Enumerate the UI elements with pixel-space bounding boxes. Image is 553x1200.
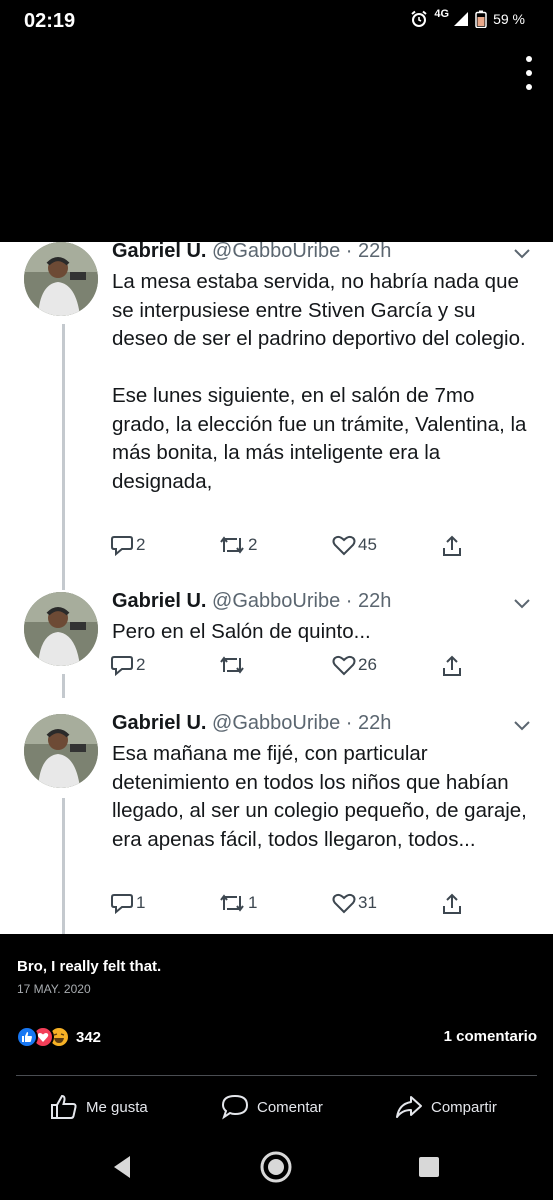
like-icon [16,1026,38,1048]
battery-level: 59 % [493,11,525,27]
chevron-down-icon[interactable] [513,598,531,610]
author-handle: @GabboUribe · 22h [212,242,392,262]
status-bar: 02:19 4G 59 % [0,0,553,40]
tweet-header: Gabriel U. @GabboUribe · 22h [112,712,391,735]
avatar [24,242,98,316]
status-time: 02:19 [24,10,76,32]
avatar [24,714,98,788]
share-icon [443,655,461,676]
author-name: Gabriel U. [112,590,207,612]
reply-button[interactable]: 2 [110,534,145,556]
navigation-bar [0,1140,553,1200]
comment-count[interactable]: 1 comentario [444,1028,537,1045]
like-count: 31 [358,893,377,912]
reply-icon [111,656,133,676]
tweet-actions: 1 1 31 [110,892,470,918]
share-button[interactable] [440,534,464,558]
heart-icon [332,655,356,676]
more-options-button[interactable] [523,56,535,90]
like-count: 45 [358,535,377,554]
home-icon[interactable] [259,1150,293,1184]
recents-icon[interactable] [418,1156,440,1178]
retweet-button[interactable]: 2 [218,534,257,556]
tweet-actions: 2 26 [110,654,470,680]
retweet-count: 2 [248,535,258,554]
signal-icon [454,12,469,26]
post-date: 17 MAY. 2020 [17,982,91,996]
share-arrow-icon [396,1096,422,1118]
retweet-count: 1 [248,893,258,912]
alarm-icon [411,10,428,27]
reply-button[interactable]: 1 [110,892,145,914]
author-handle: @GabboUribe · 22h [212,712,392,734]
comment-label: Comentar [257,1098,323,1116]
share-button[interactable] [440,892,464,916]
author-handle: @GabboUribe · 22h [212,590,392,612]
like-button[interactable]: 26 [332,654,377,676]
like-post-button[interactable]: Me gusta [50,1092,148,1122]
reaction-count: 342 [76,1028,102,1046]
tweet-text: La mesa estaba servida, no habría nada q… [112,270,527,493]
heart-icon [332,535,356,556]
reply-icon [111,536,133,556]
share-button[interactable] [440,654,464,678]
chevron-down-icon[interactable] [513,720,531,732]
status-indicators: 4G 59 % [410,8,525,28]
share-post-button[interactable]: Compartir [395,1092,497,1122]
reactions-summary[interactable]: 342 [16,1026,101,1048]
thumbs-up-icon [51,1094,77,1119]
retweet-icon [220,656,244,674]
retweet-icon [220,894,244,912]
tweet-actions: 2 2 45 [110,534,470,560]
like-button[interactable]: 31 [332,892,377,914]
more-vertical-icon [526,56,532,62]
comment-icon [221,1094,249,1120]
author-name: Gabriel U. [112,712,207,734]
network-type: 4G [434,8,450,20]
like-count: 26 [358,655,377,674]
share-icon [443,535,461,556]
thread-line [62,674,65,698]
tweet-text: Esa mañana me fijé, con particular deten… [112,742,527,851]
like-button[interactable]: 45 [332,534,377,556]
tweet-header: Gabriel U. @GabboUribe · 22h [112,590,391,613]
divider [16,1075,537,1076]
avatar [24,592,98,666]
share-label: Compartir [431,1098,497,1116]
author-name: Gabriel U. [112,242,207,262]
reply-count: 2 [136,535,146,554]
share-icon [443,893,461,914]
battery-icon [475,10,487,28]
back-icon[interactable] [110,1154,134,1180]
reply-count: 1 [136,893,146,912]
retweet-icon [220,536,244,554]
tweet-screenshot[interactable]: Gabriel U. @GabboUribe · 22h La mesa est… [0,242,553,934]
retweet-button[interactable]: 1 [218,892,257,914]
reply-button[interactable]: 2 [110,654,145,676]
reply-count: 2 [136,655,146,674]
comment-button[interactable]: Comentar [221,1092,323,1122]
tweet-header: Gabriel U. @GabboUribe · 22h [112,242,391,263]
like-label: Me gusta [86,1098,148,1116]
thread-line [62,798,65,934]
retweet-button[interactable] [218,654,248,676]
chevron-down-icon[interactable] [513,248,531,260]
thread-line [62,324,65,590]
reply-icon [111,894,133,914]
post-caption: Bro, I really felt that. [17,958,162,975]
heart-icon [332,893,356,914]
tweet-text: Pero en el Salón de quinto... [112,620,371,643]
